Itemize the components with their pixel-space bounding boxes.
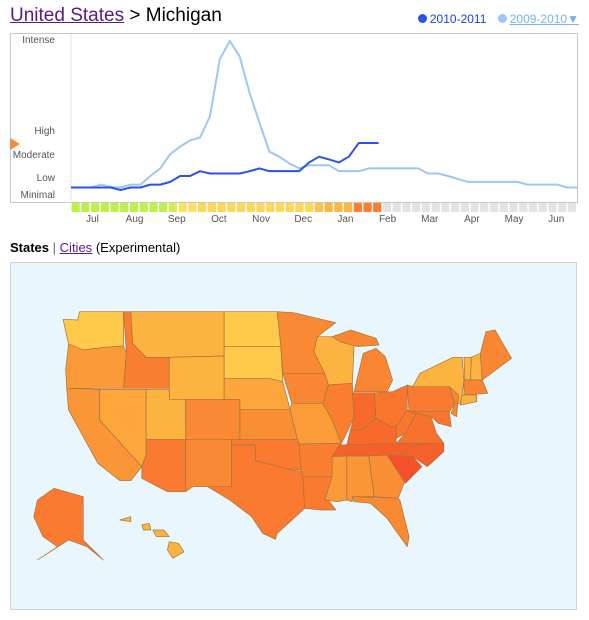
week-activity-square[interactable] [217, 203, 226, 212]
week-activity-square[interactable] [159, 203, 168, 212]
state-ma[interactable] [463, 379, 489, 396]
month-label-nov: Nov [252, 214, 270, 225]
week-activity-square[interactable] [275, 203, 285, 212]
week-activity-square[interactable] [431, 203, 440, 212]
week-activity-square[interactable] [266, 203, 275, 212]
chart-plot [10, 34, 577, 212]
state-sd[interactable] [223, 346, 284, 382]
week-activity-square[interactable] [139, 203, 148, 212]
week-activity-square[interactable] [343, 203, 353, 212]
state-nd[interactable] [223, 311, 282, 347]
week-activity-square[interactable] [548, 203, 557, 212]
month-label-dec: Dec [294, 214, 313, 225]
state-vt[interactable] [463, 357, 472, 381]
state-pa[interactable] [406, 384, 456, 412]
week-activity-square[interactable] [480, 203, 489, 212]
month-label-feb: Feb [378, 214, 397, 225]
week-activity-square[interactable] [499, 203, 508, 212]
month-label-may: May [504, 214, 524, 225]
week-activity-square[interactable] [519, 203, 528, 212]
state-or[interactable] [65, 343, 127, 389]
week-activity-square[interactable] [188, 203, 197, 212]
tab-states[interactable]: States [10, 240, 49, 255]
week-activity-square[interactable] [363, 203, 372, 212]
state-wy[interactable] [168, 355, 225, 400]
week-activity-square[interactable] [460, 203, 469, 212]
week-activity-square[interactable] [528, 203, 538, 212]
state-me[interactable] [480, 329, 512, 381]
state-nm[interactable] [185, 439, 232, 492]
week-activity-square[interactable] [421, 203, 431, 212]
state-mt[interactable] [130, 311, 225, 358]
state-fl[interactable] [351, 496, 410, 547]
week-activity-square[interactable] [489, 203, 499, 212]
experimental-note: (Experimental) [95, 240, 181, 255]
week-activity-square[interactable] [305, 203, 314, 212]
week-activity-square[interactable] [198, 203, 207, 212]
week-activity-square[interactable] [256, 203, 265, 212]
us-states-map [33, 311, 512, 561]
week-activity-square[interactable] [314, 203, 323, 212]
week-activity-square[interactable] [129, 203, 139, 212]
month-label-apr: Apr [464, 214, 480, 225]
state-ia[interactable] [282, 373, 329, 404]
month-label-jun: Jun [548, 214, 565, 225]
week-activity-square[interactable] [81, 203, 90, 212]
state-wa[interactable] [62, 311, 124, 351]
week-activity-square[interactable] [227, 203, 236, 212]
month-label-mar: Mar [421, 214, 439, 225]
week-activity-square[interactable] [567, 203, 576, 212]
state-ak[interactable] [33, 488, 104, 561]
week-activity-square[interactable] [451, 203, 460, 212]
week-activity-square[interactable] [236, 203, 246, 212]
month-label-aug: Aug [125, 214, 144, 225]
month-label-jul: Jul [86, 214, 99, 225]
month-label-jan: Jan [337, 214, 354, 225]
week-activity-square[interactable] [178, 203, 187, 212]
week-activity-square[interactable] [285, 203, 294, 212]
week-activity-square[interactable] [392, 203, 401, 212]
week-activity-square[interactable] [168, 203, 178, 212]
tab-divider: | [52, 240, 57, 255]
week-activity-square[interactable] [558, 203, 567, 212]
week-activity-square[interactable] [509, 203, 518, 212]
week-activity-square[interactable] [382, 203, 392, 212]
week-activity-square[interactable] [207, 203, 216, 212]
week-activity-square[interactable] [110, 203, 119, 212]
week-activity-square[interactable] [353, 203, 362, 212]
week-activity-square[interactable] [441, 203, 450, 212]
week-activity-square[interactable] [149, 203, 158, 212]
current-level-marker-icon [10, 138, 20, 150]
week-activity-square[interactable] [402, 203, 411, 212]
state-az[interactable] [141, 439, 187, 492]
week-activity-square[interactable] [538, 203, 547, 212]
week-activity-square[interactable] [334, 203, 343, 212]
state-co[interactable] [185, 399, 241, 440]
month-label-sep: Sep [167, 214, 186, 225]
tab-cities[interactable]: Cities [60, 240, 93, 255]
week-activity-square[interactable] [120, 203, 129, 212]
week-activity-square[interactable] [373, 203, 382, 212]
state-hi[interactable] [119, 516, 185, 559]
week-activity-square[interactable] [412, 203, 421, 212]
week-activity-square[interactable] [71, 203, 80, 212]
week-activity-square[interactable] [324, 203, 333, 212]
state-ks[interactable] [239, 409, 298, 440]
view-tabs: States | Cities (Experimental) [10, 240, 180, 255]
week-activity-square[interactable] [470, 203, 479, 212]
week-activity-square[interactable] [295, 203, 304, 212]
week-activity-square[interactable] [100, 203, 109, 212]
series-line-2009-2010 [71, 40, 577, 189]
month-label-oct: Oct [211, 214, 227, 225]
week-activity-square[interactable] [90, 203, 100, 212]
week-activity-square[interactable] [246, 203, 255, 212]
state-ct[interactable] [459, 394, 478, 406]
